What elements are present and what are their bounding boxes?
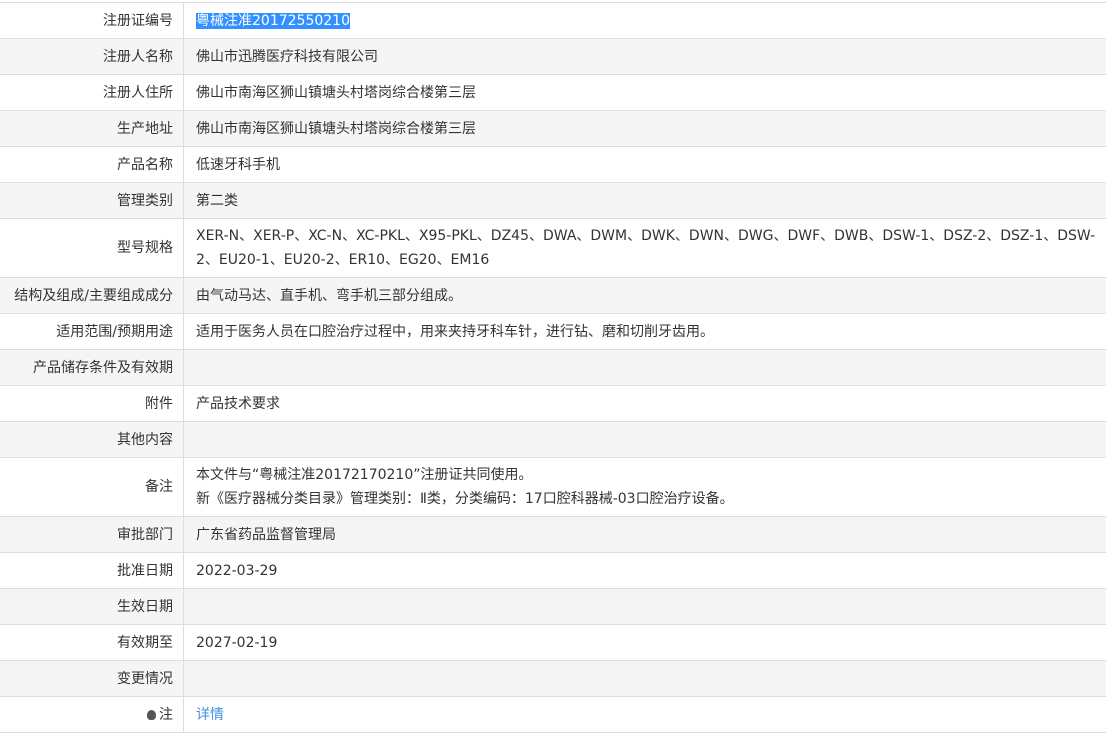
row-value: 佛山市迅腾医疗科技有限公司 bbox=[184, 39, 1106, 75]
row-value: XER-N、XER-P、XC-N、XC-PKL、X95-PKL、DZ45、DWA… bbox=[184, 219, 1106, 278]
table-row: 审批部门广东省药品监督管理局 bbox=[0, 517, 1106, 553]
row-value bbox=[184, 589, 1106, 625]
table-row: 注 详情 bbox=[0, 697, 1106, 733]
row-label: 注册人住所 bbox=[103, 85, 173, 101]
table-row: 变更情况 bbox=[0, 661, 1106, 697]
row-value: 广东省药品监督管理局 bbox=[184, 517, 1106, 553]
table-row: 附件产品技术要求 bbox=[0, 386, 1106, 422]
table-row: 生效日期 bbox=[0, 589, 1106, 625]
table-row: 结构及组成/主要组成成分由气动马达、直手机、弯手机三部分组成。 bbox=[0, 278, 1106, 314]
row-label: 生效日期 bbox=[117, 599, 173, 615]
row-label: 产品名称 bbox=[117, 157, 173, 173]
table-row: 型号规格 XER-N、XER-P、XC-N、XC-PKL、X95-PKL、DZ45… bbox=[0, 219, 1106, 278]
row-value: 佛山市南海区狮山镇塘头村塔岗综合楼第三层 bbox=[184, 75, 1106, 111]
table-row: 产品储存条件及有效期 bbox=[0, 350, 1106, 386]
row-label: 产品储存条件及有效期 bbox=[33, 360, 173, 376]
table-row: 注册人住所佛山市南海区狮山镇塘头村塔岗综合楼第三层 bbox=[0, 75, 1106, 111]
table-row: 备注 本文件与“粤械注准20172170210”注册证共同使用。新《医疗器械分类目… bbox=[0, 458, 1106, 517]
row-value: 由气动马达、直手机、弯手机三部分组成。 bbox=[184, 278, 1106, 314]
table-row: 管理类别第二类 bbox=[0, 183, 1106, 219]
row-label: 备注 bbox=[145, 479, 173, 495]
row-label: 有效期至 bbox=[117, 635, 173, 651]
row-label: 结构及组成/主要组成成分 bbox=[14, 288, 173, 304]
row-value: 佛山市南海区狮山镇塘头村塔岗综合楼第三层 bbox=[184, 111, 1106, 147]
row-value: 第二类 bbox=[184, 183, 1106, 219]
row-label: 管理类别 bbox=[117, 193, 173, 209]
registration-detail-table: 注册证编号粤械注准20172550210 注册人名称佛山市迅腾医疗科技有限公司 … bbox=[0, 2, 1106, 733]
table-row: 注册证编号 粤械注准20172550210 bbox=[0, 3, 1106, 39]
row-label: 注册证编号 bbox=[103, 13, 173, 29]
row-value: 适用于医务人员在口腔治疗过程中，用来夹持牙科车针，进行钻、磨和切削牙齿用。 bbox=[184, 314, 1106, 350]
row-value: 产品技术要求 bbox=[184, 386, 1106, 422]
row-label: 批准日期 bbox=[117, 563, 173, 579]
table-row: 有效期至 2027-02-19 bbox=[0, 625, 1106, 661]
remark-line-1: 本文件与“粤械注准20172170210”注册证共同使用。 bbox=[196, 463, 1096, 487]
table-row: 产品名称低速牙科手机 bbox=[0, 147, 1106, 183]
row-label: 适用范围/预期用途 bbox=[56, 324, 173, 340]
table-row: 其他内容 bbox=[0, 422, 1106, 458]
row-label: 审批部门 bbox=[117, 527, 173, 543]
table-row: 注册人名称佛山市迅腾医疗科技有限公司 bbox=[0, 39, 1106, 75]
registration-number[interactable]: 粤械注准20172550210 bbox=[196, 13, 350, 29]
row-value bbox=[184, 350, 1106, 386]
row-label: 变更情况 bbox=[117, 671, 173, 687]
row-value: 2022-03-29 bbox=[184, 553, 1106, 589]
table-row: 批准日期 2022-03-29 bbox=[0, 553, 1106, 589]
table-row: 适用范围/预期用途适用于医务人员在口腔治疗过程中，用来夹持牙科车针，进行钻、磨和… bbox=[0, 314, 1106, 350]
row-value: 低速牙科手机 bbox=[184, 147, 1106, 183]
remark-line-2: 新《医疗器械分类目录》管理类别：Ⅱ类，分类编码：17口腔科器械-03口腔治疗设备… bbox=[196, 487, 1096, 511]
row-value bbox=[184, 661, 1106, 697]
row-value bbox=[184, 422, 1106, 458]
row-label: 注 bbox=[159, 707, 173, 723]
details-link[interactable]: 详情 bbox=[196, 707, 224, 723]
row-value: 2027-02-19 bbox=[184, 625, 1106, 661]
row-label: 型号规格 bbox=[117, 240, 173, 256]
row-label: 生产地址 bbox=[117, 121, 173, 137]
row-label: 其他内容 bbox=[117, 432, 173, 448]
row-label: 注册人名称 bbox=[103, 49, 173, 65]
lightbulb-icon bbox=[147, 710, 156, 720]
table-row: 生产地址佛山市南海区狮山镇塘头村塔岗综合楼第三层 bbox=[0, 111, 1106, 147]
row-label: 附件 bbox=[145, 396, 173, 412]
